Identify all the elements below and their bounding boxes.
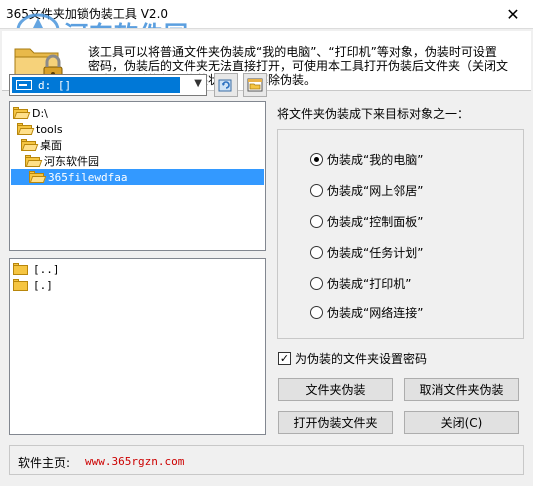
folder-open-icon	[25, 154, 43, 168]
disguise-folder-button[interactable]: 文件夹伪装	[278, 378, 393, 401]
drive-select[interactable]: d: [] ▼	[9, 74, 207, 96]
set-password-checkbox[interactable]: ✓	[278, 352, 291, 365]
tree-item-hedong[interactable]: 河东软件园	[25, 153, 102, 169]
radio-label: 伪装成“任务计划”	[327, 245, 424, 260]
tree-item-label: 桌面	[40, 139, 62, 152]
drive-icon	[16, 80, 32, 90]
drive-select-value: d: []	[12, 77, 180, 93]
open-explorer-button[interactable]	[243, 73, 267, 97]
list-item[interactable]: [.]	[13, 278, 53, 293]
close-window-button[interactable]: ✕	[493, 0, 533, 28]
radio-label: 伪装成“我的电脑”	[327, 152, 424, 167]
set-password-label: 为伪装的文件夹设置密码	[295, 352, 428, 366]
folder-open-icon	[13, 106, 31, 120]
list-item-label: [.]	[33, 279, 53, 292]
tree-item-label: D:\	[32, 106, 48, 120]
tree-item-root[interactable]: D:\	[13, 105, 51, 121]
homepage-bar: 软件主页: www.365rgzn.com	[9, 445, 524, 475]
radio-button[interactable]	[310, 214, 323, 228]
target-label: 将文件夹伪装成下来目标对象之一：	[277, 107, 470, 121]
folder-open-icon	[17, 122, 35, 136]
homepage-label: 软件主页:	[18, 456, 71, 470]
tree-item-label: tools	[36, 122, 63, 136]
main-panel: 该工具可以将普通文件夹伪装成“我的电脑”、“打印机”等对象，伪装时可设置密码，伪…	[0, 28, 533, 486]
folder-icon	[13, 279, 29, 292]
file-list[interactable]: [..] [.]	[9, 258, 266, 435]
open-disguised-folder-button[interactable]: 打开伪装文件夹	[278, 411, 393, 434]
target-options-group: 伪装成“我的电脑” 伪装成“网上邻居” 伪装成“控制面板” 伪装成“任务计划” …	[277, 129, 524, 339]
drive-select-label: d: []	[38, 78, 72, 92]
folder-tree[interactable]: D:\ tools 桌面 河东软件园 365filewdfaa	[9, 101, 266, 251]
radio-label: 伪装成“打印机”	[327, 276, 412, 291]
radio-network-neighborhood[interactable]: 伪装成“网上邻居”	[310, 182, 423, 198]
radio-label: 伪装成“控制面板”	[327, 214, 424, 229]
radio-button[interactable]	[310, 183, 323, 197]
chevron-down-icon[interactable]: ▼	[194, 78, 202, 89]
close-button[interactable]: 关闭(C)	[404, 411, 519, 434]
set-password-checkbox-row[interactable]: ✓ 为伪装的文件夹设置密码	[278, 350, 427, 367]
radio-button[interactable]	[310, 245, 323, 259]
tree-item-365filewdfaa[interactable]: 365filewdfaa	[11, 169, 264, 185]
radio-label: 伪装成“网上邻居”	[327, 183, 424, 198]
title-bar: 365文件夹加锁伪装工具 V2.0 ✕	[0, 0, 533, 28]
radio-button[interactable]	[310, 276, 323, 290]
radio-button-checked[interactable]	[310, 152, 323, 166]
tree-item-label: 365filewdfaa	[48, 170, 128, 184]
refresh-folder-icon	[218, 79, 232, 92]
homepage-link[interactable]: www.365rgzn.com	[85, 455, 184, 468]
folder-icon	[13, 263, 29, 276]
radio-my-computer[interactable]: 伪装成“我的电脑”	[310, 151, 423, 167]
folder-open-icon	[21, 138, 39, 152]
tree-item-tools[interactable]: tools	[17, 121, 66, 137]
refresh-button[interactable]	[214, 73, 238, 97]
radio-printer[interactable]: 伪装成“打印机”	[310, 275, 411, 291]
window-title: 365文件夹加锁伪装工具 V2.0	[6, 7, 169, 21]
folder-window-icon	[247, 78, 263, 92]
radio-network-connections[interactable]: 伪装成“网络连接”	[310, 304, 423, 320]
radio-control-panel[interactable]: 伪装成“控制面板”	[310, 213, 423, 229]
radio-label: 伪装成“网络连接”	[327, 305, 424, 320]
undisguise-folder-button[interactable]: 取消文件夹伪装	[404, 378, 519, 401]
list-item[interactable]: [..]	[13, 262, 60, 277]
tree-item-label: 河东软件园	[44, 155, 99, 168]
tree-item-desktop[interactable]: 桌面	[21, 137, 65, 153]
folder-open-icon	[29, 170, 47, 184]
radio-button[interactable]	[310, 305, 323, 319]
radio-scheduled-tasks[interactable]: 伪装成“任务计划”	[310, 244, 423, 260]
list-item-label: [..]	[33, 263, 60, 276]
